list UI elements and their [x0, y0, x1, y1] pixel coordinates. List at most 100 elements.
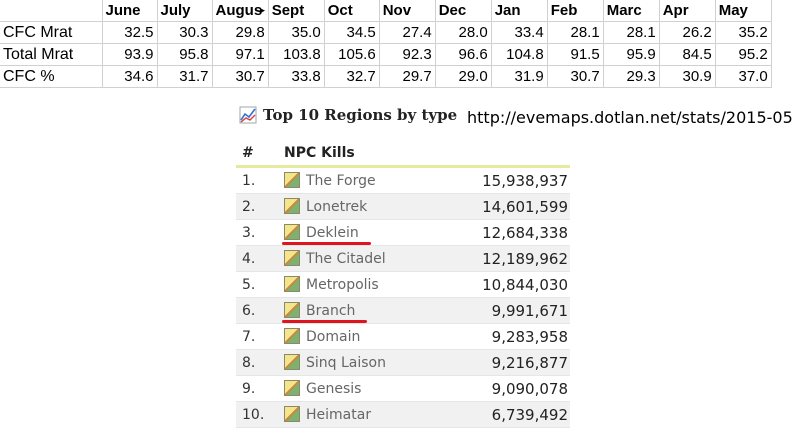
sheet-cell: 29.0: [434, 65, 492, 88]
region-rank: 5.: [236, 271, 280, 298]
region-name-cell: The Forge: [280, 166, 442, 194]
region-name-cell: Lonetrek: [280, 193, 442, 220]
section-header: Top 10 Regions by type: [239, 104, 457, 126]
sheet-cell: 92.3: [378, 43, 436, 66]
sheet-cell: 95.2: [714, 43, 772, 66]
sheet-cell: 35.0: [267, 21, 325, 44]
month-header: Oct: [323, 0, 380, 22]
region-rank: 9.: [236, 375, 280, 402]
sheet-row: Total Mrat 93.9 95.8 97.1 103.8 105.6 92.3 96.6…: [0, 43, 772, 66]
sheet-cell: 103.8: [267, 43, 325, 66]
region-npc-kills: 9,283,958: [442, 323, 570, 350]
region-name-cell: Heimatar: [280, 401, 442, 428]
region-name-link[interactable]: Branch: [306, 303, 355, 319]
sheet-cell: 30.7: [211, 65, 269, 88]
region-name-link[interactable]: Lonetrek: [306, 199, 367, 215]
column-overflow-icon: ▸: [260, 5, 265, 15]
sheet-row: CFC % 34.6 31.7 30.7 33.8 32.7 29.7 29.0 31.9 30.…: [0, 65, 772, 88]
region-name-link[interactable]: Sinq Laison: [306, 355, 386, 371]
sheet-cell: 104.8: [490, 43, 548, 66]
sheet-cell: 31.7: [156, 65, 213, 88]
region-npc-kills: 9,216,877: [442, 349, 570, 376]
region-name-link[interactable]: The Citadel: [306, 251, 386, 267]
region-row: 2. Lonetrek 14,601,599: [236, 193, 570, 220]
month-header: Augus▸: [211, 0, 269, 22]
sheet-cell: 30.7: [546, 65, 604, 88]
sheet-cell: 26.2: [658, 21, 716, 44]
sheet-cell: 28.0: [434, 21, 492, 44]
red-underline-annotation: [282, 241, 371, 245]
region-rank: 10.: [236, 401, 280, 428]
region-npc-kills: 9,090,078: [442, 375, 570, 402]
region-npc-kills: 14,601,599: [442, 193, 570, 220]
region-map-icon[interactable]: [284, 354, 300, 370]
region-name-link[interactable]: Domain: [306, 329, 360, 345]
region-row: 1. The Forge 15,938,937: [236, 166, 570, 194]
region-row: 8. Sinq Laison 9,216,877: [236, 349, 570, 376]
region-rank: 6.: [236, 297, 280, 324]
region-map-icon[interactable]: [284, 250, 300, 266]
region-map-icon[interactable]: [284, 328, 300, 344]
region-name-cell: Sinq Laison: [280, 349, 442, 376]
region-name-link[interactable]: Genesis: [306, 381, 361, 397]
kills-header: NPC Kills: [280, 141, 442, 168]
month-header: Nov: [378, 0, 436, 22]
region-name-cell: Domain: [280, 323, 442, 350]
region-row: 9. Genesis 9,090,078: [236, 375, 570, 402]
region-name-link[interactable]: Heimatar: [306, 407, 371, 423]
sheet-cell: 84.5: [658, 43, 716, 66]
region-rank: 2.: [236, 193, 280, 220]
month-header: Feb: [546, 0, 604, 22]
region-map-icon[interactable]: [284, 198, 300, 214]
regions-body: 1. The Forge 15,938,937 2. Lonetrek 14,601,59…: [236, 166, 570, 428]
top-regions-table: # NPC Kills 1. The Forge 15,938,937 2. Lonet…: [236, 141, 570, 428]
row-label: Total Mrat: [0, 43, 103, 66]
sheet-cell: 33.8: [267, 65, 325, 88]
sheet-cell: 35.2: [714, 21, 772, 44]
sheet-cell: 95.9: [602, 43, 660, 66]
source-url: http://evemaps.dotlan.net/stats/2015-05: [467, 108, 793, 127]
regions-header-row: # NPC Kills: [236, 141, 570, 168]
month-header: Marc: [602, 0, 660, 22]
region-rank: 3.: [236, 219, 280, 246]
region-name-cell: The Citadel: [280, 245, 442, 272]
region-name-link[interactable]: Deklein: [306, 225, 359, 241]
sheet-cell: 97.1: [211, 43, 269, 66]
sheet-row: CFC Mrat 32.5 30.3 29.8 35.0 34.5 27.4 28.0 33.4…: [0, 21, 772, 44]
month-header: Jan: [490, 0, 548, 22]
sheet-cell: 29.7: [378, 65, 436, 88]
region-npc-kills: 12,189,962: [442, 245, 570, 272]
rank-header: #: [236, 141, 280, 168]
region-row: 5. Metropolis 10,844,030: [236, 271, 570, 298]
region-name-link[interactable]: The Forge: [306, 173, 376, 189]
region-row: 7. Domain 9,283,958: [236, 323, 570, 350]
region-map-icon[interactable]: [284, 380, 300, 396]
sheet-cell: 95.8: [156, 43, 213, 66]
sheet-cell: 91.5: [546, 43, 604, 66]
region-rank: 4.: [236, 245, 280, 272]
region-map-icon[interactable]: [284, 276, 300, 292]
sheet-cell: 28.1: [546, 21, 604, 44]
sheet-cell: 34.5: [323, 21, 380, 44]
region-map-icon[interactable]: [284, 224, 300, 240]
region-npc-kills: 12,684,338: [442, 219, 570, 246]
sheet-cell: 34.6: [101, 65, 158, 88]
sheet-cell: 105.6: [323, 43, 380, 66]
sheet-cell: 96.6: [434, 43, 492, 66]
sheet-cell: 32.5: [101, 21, 158, 44]
region-row: 10. Heimatar 6,739,492: [236, 401, 570, 428]
month-header: Sept: [267, 0, 325, 22]
sheet-cell: 27.4: [378, 21, 436, 44]
region-name-cell: Genesis: [280, 375, 442, 402]
monthly-stats-sheet: June July Augus▸ Sept Oct Nov Dec Jan Feb Marc Apr…: [0, 0, 772, 88]
sheet-cell: 30.3: [156, 21, 213, 44]
red-underline-annotation: [282, 319, 368, 323]
region-name-link[interactable]: Metropolis: [306, 277, 379, 293]
sheet-cell: 28.1: [602, 21, 660, 44]
section-title: Top 10 Regions by type: [263, 106, 458, 124]
region-map-icon[interactable]: [284, 406, 300, 422]
region-map-icon[interactable]: [284, 172, 300, 188]
corner-cell: [0, 0, 103, 22]
region-map-icon[interactable]: [284, 302, 300, 318]
sheet-cell: 29.3: [602, 65, 660, 88]
